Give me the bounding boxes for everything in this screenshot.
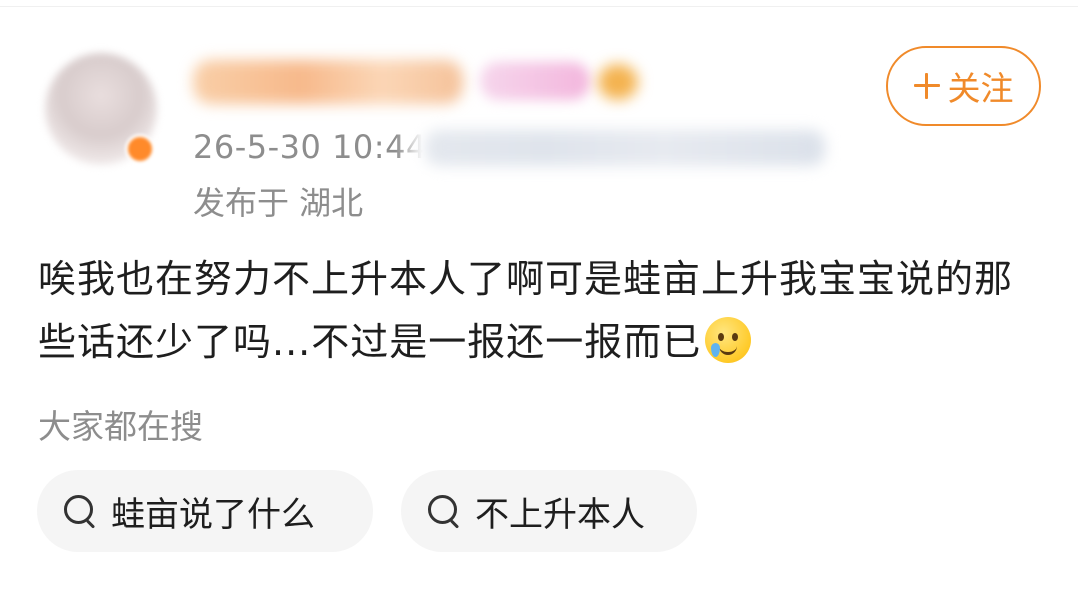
trending-search-chip[interactable]: 蛙亩说了什么 — [37, 470, 373, 552]
verified-badge-icon — [125, 134, 155, 164]
trending-search-chip[interactable]: 不上升本人 — [401, 470, 697, 552]
top-divider — [0, 6, 1078, 7]
trending-label: 大家都在搜 — [38, 407, 203, 446]
follow-button-label: 关注 — [947, 69, 1014, 108]
follow-button[interactable]: 关注 — [886, 46, 1041, 126]
level-badge-icon — [598, 64, 638, 100]
vip-badge-blurred — [480, 62, 590, 100]
search-icon — [63, 494, 97, 528]
post-source-blurred — [425, 130, 825, 166]
post-location: 发布于 湖北 — [193, 184, 364, 222]
trending-search-label: 不上升本人 — [475, 494, 645, 535]
post-meta: 26-5-30 10:44 — [193, 126, 825, 168]
post-text: 唉我也在努力不上升本人了啊可是蛙亩上升我宝宝说的那些话还少了吗...不过是一报还… — [38, 248, 1038, 374]
smiling-face-with-tear-icon — [705, 317, 752, 363]
trending-search-label: 蛙亩说了什么 — [111, 494, 315, 535]
username-blurred[interactable] — [193, 60, 463, 104]
post-body: 唉我也在努力不上升本人了啊可是蛙亩上升我宝宝说的那些话还少了吗...不过是一报还… — [38, 257, 1014, 364]
search-icon — [427, 494, 461, 528]
plus-icon — [913, 73, 940, 99]
post-timestamp: 26-5-30 10:44 — [193, 128, 423, 166]
